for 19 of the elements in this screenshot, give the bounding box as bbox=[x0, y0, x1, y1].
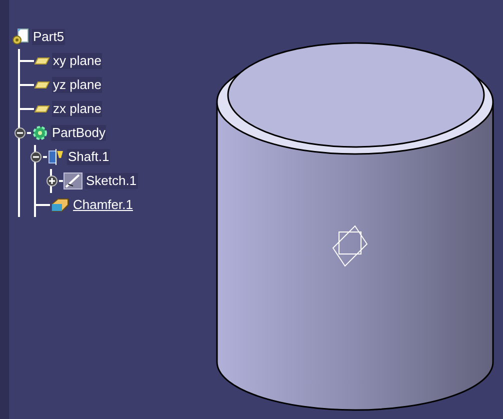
plane-icon bbox=[34, 56, 50, 66]
expand-icon[interactable] bbox=[46, 175, 58, 187]
tree-item[interactable]: xy plane bbox=[52, 53, 102, 69]
plane-icon bbox=[34, 80, 50, 90]
tree-item[interactable]: Shaft.1 bbox=[67, 149, 110, 165]
shaft-icon bbox=[47, 148, 65, 166]
chamfer-icon bbox=[50, 197, 70, 213]
tree-item[interactable]: PartBody bbox=[51, 125, 106, 141]
collapse-icon[interactable] bbox=[14, 127, 26, 139]
gear-icon bbox=[31, 124, 49, 142]
tree-item[interactable]: yz plane bbox=[52, 77, 102, 93]
plane-icon bbox=[34, 104, 50, 114]
sketch-icon bbox=[63, 172, 83, 190]
collapse-icon[interactable] bbox=[30, 151, 42, 163]
part-icon bbox=[12, 28, 30, 46]
tree-item[interactable]: zx plane bbox=[52, 101, 102, 117]
tree-item[interactable]: Sketch.1 bbox=[85, 173, 138, 189]
tree-item[interactable]: Chamfer.1 bbox=[72, 197, 134, 213]
tree-item[interactable]: Part5 bbox=[32, 29, 66, 45]
